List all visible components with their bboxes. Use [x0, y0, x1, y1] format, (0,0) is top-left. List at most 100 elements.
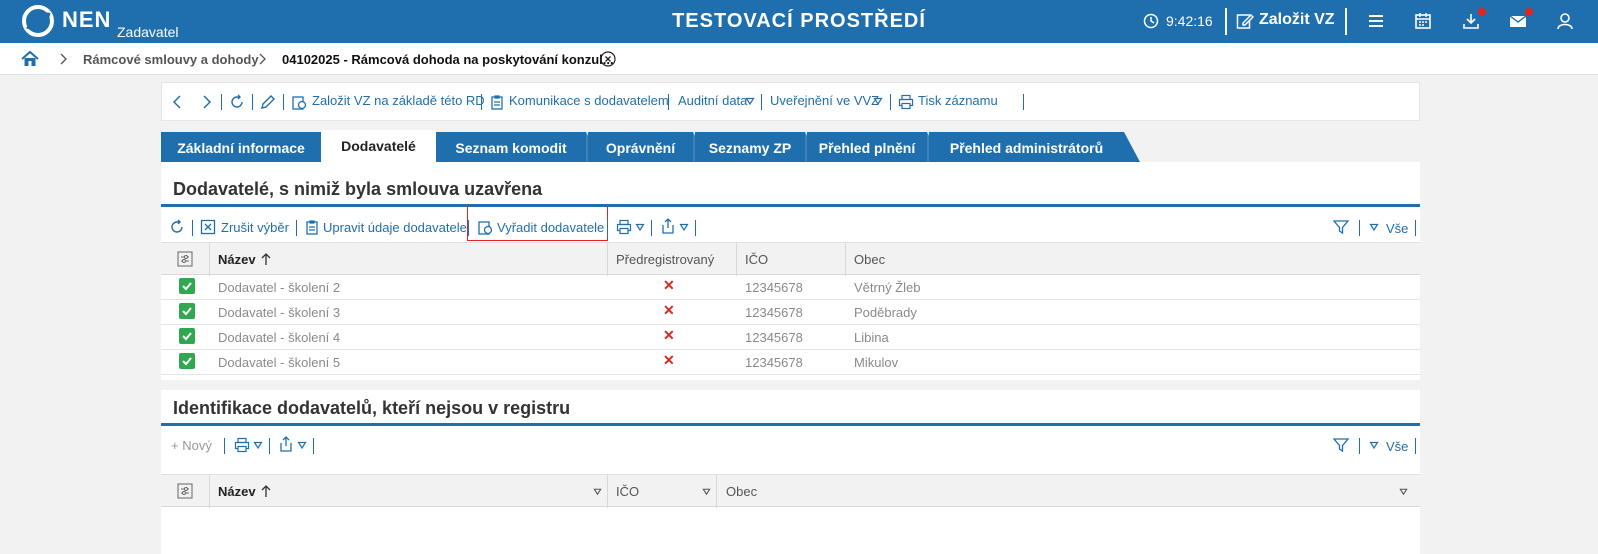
- divider: [1225, 8, 1227, 35]
- clear-selection-button[interactable]: Zrušit výběr: [221, 220, 289, 235]
- filter-icon[interactable]: [1333, 219, 1349, 235]
- table-row[interactable]: Dodavatel - školení 3 ✕ 12345678 Poděbra…: [161, 300, 1420, 325]
- create-vz-from-rd-button[interactable]: Založit VZ na základě této RD: [312, 93, 485, 108]
- column-settings-icon[interactable]: [177, 251, 193, 267]
- table-row[interactable]: Dodavatel - školení 5 ✕ 12345678 Mikulov: [161, 350, 1420, 375]
- column-header-ico[interactable]: IČO: [745, 252, 768, 267]
- divider: [252, 94, 253, 110]
- export-icon[interactable]: [660, 218, 676, 234]
- filter-icon[interactable]: [1333, 437, 1349, 453]
- pencil-icon[interactable]: [260, 94, 276, 110]
- dropdown-icon[interactable]: [745, 96, 755, 106]
- view-all-selector[interactable]: Vše: [1386, 439, 1408, 454]
- tab-permissions[interactable]: Oprávnění: [588, 132, 693, 162]
- divider: [313, 438, 314, 454]
- supplier-communication-button[interactable]: Komunikace s dodavatelem: [509, 93, 669, 108]
- refresh-icon[interactable]: [169, 219, 185, 235]
- chevron-right-icon[interactable]: [198, 94, 214, 110]
- table-row[interactable]: Dodavatel - školení 4 ✕ 12345678 Libina: [161, 325, 1420, 350]
- menu-icon[interactable]: [1366, 11, 1386, 31]
- cell-name: Dodavatel - školení 2: [218, 280, 341, 295]
- divider: [1415, 220, 1416, 236]
- column-divider: [209, 475, 210, 508]
- breadcrumb-current[interactable]: 04102025 - Rámcová dohoda na poskytování…: [282, 52, 614, 67]
- table-row[interactable]: Dodavatel - školení 2 ✕ 12345678 Větrný …: [161, 275, 1420, 300]
- panel-title: Dodavatelé, s nimiž byla smlouva uzavřen…: [173, 179, 543, 199]
- close-icon[interactable]: [600, 51, 616, 67]
- check-icon: [182, 357, 192, 366]
- create-from-rd-icon: [292, 96, 307, 110]
- new-button[interactable]: + Nový: [171, 438, 212, 453]
- printer-icon[interactable]: [234, 437, 250, 453]
- tab-zp-lists[interactable]: Seznamy ZP: [695, 132, 805, 162]
- column-settings-icon[interactable]: [177, 483, 193, 499]
- divider: [1415, 438, 1416, 454]
- cell-ico: 12345678: [745, 305, 803, 320]
- breadcrumb-item[interactable]: Rámcové smlouvy a dohody: [83, 52, 259, 67]
- divider: [668, 94, 669, 110]
- cell-ico: 12345678: [745, 280, 803, 295]
- printer-icon[interactable]: [616, 219, 632, 235]
- tab-divider: [1124, 132, 1140, 162]
- export-icon[interactable]: [278, 436, 294, 452]
- tab-commodities[interactable]: Seznam komodit: [436, 132, 586, 162]
- column-header-city[interactable]: Obec: [854, 252, 885, 267]
- dropdown-icon[interactable]: [635, 222, 645, 232]
- cross-icon: ✕: [663, 302, 675, 318]
- calendar-icon[interactable]: [1413, 11, 1433, 31]
- row-checkbox[interactable]: [179, 353, 195, 369]
- cell-name: Dodavatel - školení 4: [218, 330, 341, 345]
- column-divider: [716, 475, 717, 508]
- notification-dot: [1478, 8, 1486, 16]
- audit-data-button[interactable]: Auditní data: [678, 93, 747, 108]
- divider: [1023, 94, 1024, 110]
- edit-supplier-button[interactable]: Upravit údaje dodavatele: [323, 220, 467, 235]
- row-checkbox[interactable]: [179, 303, 195, 319]
- column-header-ico[interactable]: IČO: [616, 484, 639, 499]
- dropdown-icon[interactable]: [679, 222, 689, 232]
- column-header-city[interactable]: Obec: [726, 484, 757, 499]
- dropdown-icon[interactable]: [873, 96, 883, 106]
- column-divider: [607, 475, 608, 508]
- column-filter-icon[interactable]: [702, 487, 711, 496]
- top-bar: NEN Zadavatel TESTOVACÍ PROSTŘEDÍ 9:42:1…: [0, 0, 1598, 43]
- panel-title: Identifikace dodavatelů, kteří nejsou v …: [173, 398, 571, 418]
- tab-suppliers[interactable]: Dodavatelé: [321, 130, 436, 162]
- divider: [651, 220, 652, 236]
- publish-vvz-button[interactable]: Uveřejnění ve VVZ: [770, 93, 879, 108]
- user-icon[interactable]: [1555, 11, 1575, 31]
- tab-basic-info[interactable]: Základní informace: [161, 132, 321, 162]
- column-filter-icon[interactable]: [593, 487, 602, 496]
- notification-dot: [1525, 8, 1533, 16]
- create-vz-button[interactable]: Založit VZ: [1259, 11, 1335, 29]
- refresh-icon[interactable]: [229, 94, 245, 110]
- clear-selection-icon: [200, 219, 216, 235]
- view-all-selector[interactable]: Vše: [1386, 221, 1408, 236]
- sort-ascending-icon[interactable]: [259, 252, 273, 266]
- dropdown-icon[interactable]: [1369, 222, 1379, 232]
- cell-name: Dodavatel - školení 3: [218, 305, 341, 320]
- tab-administrators[interactable]: Přehled administrátorů: [929, 132, 1124, 162]
- remove-supplier-icon: [478, 221, 493, 235]
- sort-ascending-icon[interactable]: [259, 484, 273, 498]
- divider: [161, 423, 1420, 426]
- chevron-left-icon[interactable]: [170, 94, 186, 110]
- check-icon: [182, 307, 192, 316]
- row-checkbox[interactable]: [179, 278, 195, 294]
- column-header-name[interactable]: Název: [218, 484, 256, 499]
- tab-fulfilment[interactable]: Přehled plnění: [807, 132, 927, 162]
- divider: [1359, 220, 1360, 236]
- divider: [1359, 438, 1360, 454]
- print-record-button[interactable]: Tisk záznamu: [918, 93, 998, 108]
- check-icon: [182, 282, 192, 291]
- row-checkbox[interactable]: [179, 328, 195, 344]
- remove-supplier-button[interactable]: Vyřadit dodavatele: [497, 220, 604, 235]
- divider: [161, 204, 1420, 207]
- dropdown-icon[interactable]: [253, 440, 263, 450]
- column-header-preregistered[interactable]: Předregistrovaný: [616, 252, 714, 267]
- column-filter-icon[interactable]: [1399, 487, 1408, 496]
- dropdown-icon[interactable]: [1369, 440, 1379, 450]
- home-icon[interactable]: [21, 50, 39, 68]
- column-header-name[interactable]: Název: [218, 252, 256, 267]
- dropdown-icon[interactable]: [297, 440, 307, 450]
